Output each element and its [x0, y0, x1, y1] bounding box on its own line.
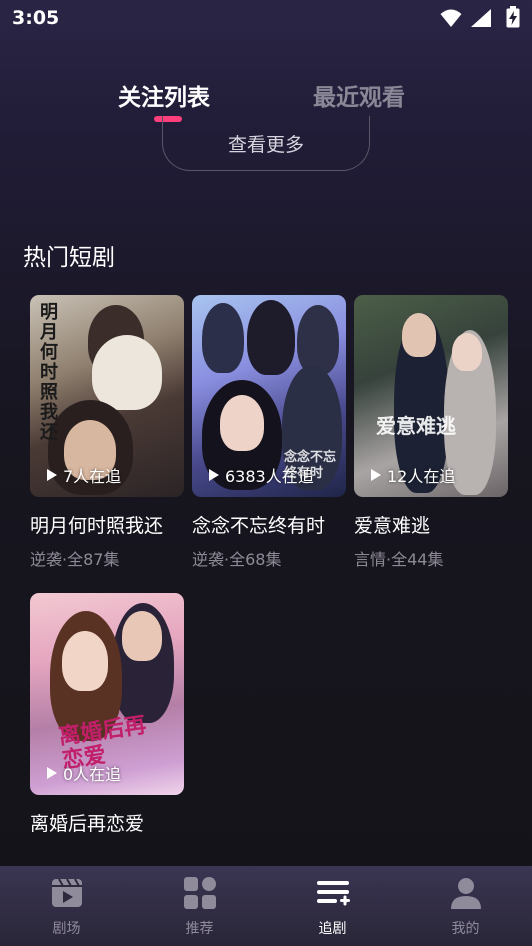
drama-title[interactable]: 离婚后再恋爱: [30, 809, 184, 836]
tab-recently-watched[interactable]: 最近观看: [313, 78, 405, 112]
play-icon: [47, 767, 57, 779]
drama-poster[interactable]: 离婚后再恋爱 0人在追: [30, 593, 184, 795]
person-icon: [450, 878, 481, 909]
wifi-icon: [440, 9, 462, 27]
nav-item-theater[interactable]: 剧场: [0, 866, 133, 946]
tab-bar: 关注列表 最近观看: [0, 78, 532, 118]
watching-count-badge: 0人在追: [46, 761, 121, 785]
drama-card[interactable]: 明月何时照我还 7人在追 明月何时照我还 逆袭·全87集: [30, 295, 184, 570]
theater-icon: [51, 878, 82, 907]
watching-count-badge: 12人在追: [370, 463, 455, 487]
tab-follow-list[interactable]: 关注列表: [118, 78, 210, 112]
play-icon: [209, 469, 219, 481]
battery-charging-icon: [506, 6, 520, 28]
status-bar: 3:05: [0, 0, 532, 38]
play-icon: [371, 469, 381, 481]
drama-card[interactable]: 离婚后再恋爱 0人在追 离婚后再恋爱: [30, 593, 184, 836]
drama-poster[interactable]: 念念不忘终有时 6383人在追: [192, 295, 346, 497]
bottom-navigation: 剧场 推荐 追剧 我的: [0, 866, 532, 946]
nav-item-following[interactable]: 追剧: [266, 866, 399, 946]
poster-title-art: 明月何时照我还: [40, 302, 58, 443]
nav-item-recommend[interactable]: 推荐: [133, 866, 266, 946]
playlist-add-icon: [316, 881, 350, 906]
see-more-button[interactable]: 查看更多: [162, 116, 370, 171]
play-icon: [47, 469, 57, 481]
drama-meta: 逆袭·全68集: [192, 550, 282, 569]
drama-meta: 逆袭·全87集: [30, 550, 120, 569]
drama-title[interactable]: 明月何时照我还: [30, 511, 184, 538]
drama-title[interactable]: 爱意难逃: [354, 511, 508, 538]
poster-title-art: 爱意难逃: [376, 414, 456, 438]
drama-meta: 言情·全44集: [354, 550, 444, 569]
drama-poster[interactable]: 明月何时照我还 7人在追: [30, 295, 184, 497]
drama-card[interactable]: 爱意难逃 12人在追 爱意难逃 言情·全44集: [354, 295, 508, 570]
drama-poster[interactable]: 爱意难逃 12人在追: [354, 295, 508, 497]
drama-title[interactable]: 念念不忘终有时: [192, 511, 346, 538]
watching-count-badge: 7人在追: [46, 463, 121, 487]
watching-count-badge: 6383人在追: [208, 463, 314, 487]
nav-item-profile[interactable]: 我的: [399, 866, 532, 946]
signal-icon: [471, 9, 491, 27]
section-title-hot-dramas: 热门短剧: [23, 245, 115, 271]
status-time: 3:05: [12, 7, 60, 29]
grid-icon: [183, 877, 216, 909]
drama-card[interactable]: 念念不忘终有时 6383人在追 念念不忘终有时 逆袭·全68集: [192, 295, 346, 570]
